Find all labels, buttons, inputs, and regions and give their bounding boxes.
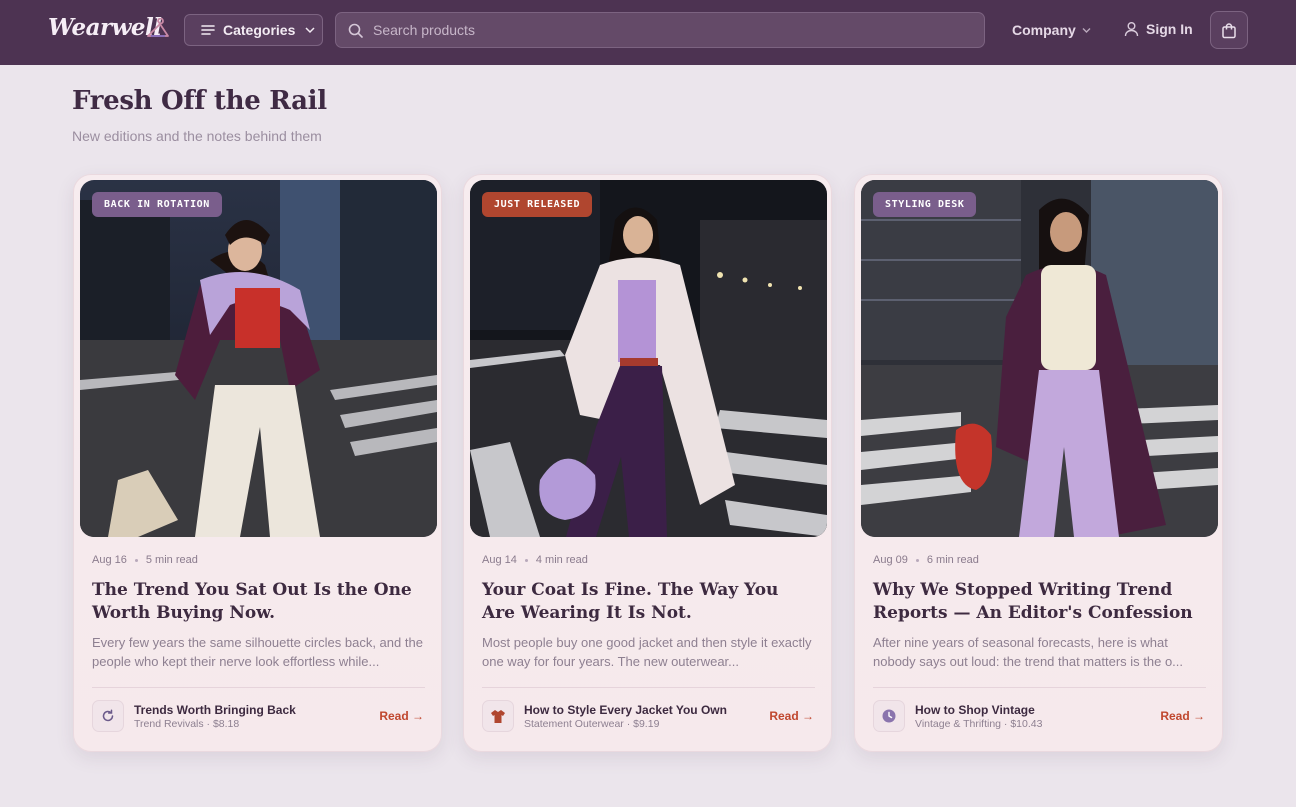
article-meta: Aug 16 5 min read bbox=[92, 554, 198, 566]
read-link[interactable]: Read → bbox=[769, 709, 814, 723]
article-date: Aug 16 bbox=[92, 554, 127, 566]
article-title[interactable]: Why We Stopped Writing Trend Reports — A… bbox=[873, 579, 1208, 625]
card-divider bbox=[482, 687, 815, 688]
hanger-icon bbox=[147, 18, 169, 37]
brand-logo[interactable]: Wearwell bbox=[48, 14, 162, 41]
read-link[interactable]: Read → bbox=[379, 709, 424, 723]
article-excerpt: After nine years of seasonal forecasts, … bbox=[873, 635, 1184, 669]
category-badge: JUST RELEASED bbox=[482, 192, 593, 217]
article-photo[interactable]: STYLING DESK bbox=[861, 180, 1218, 537]
article-card[interactable]: STYLING DESK Aug 09 6 min read Why We St… bbox=[854, 174, 1223, 752]
photo-street-woman-trench-coat bbox=[470, 180, 827, 537]
user-icon bbox=[1124, 22, 1139, 37]
photo-street-woman-tied-sweater bbox=[80, 180, 437, 537]
article-title[interactable]: Your Coat Is Fine. The Way You Are Weari… bbox=[482, 579, 817, 625]
article-excerpt: Every few years the same silhouette circ… bbox=[92, 635, 423, 669]
company-label: Company bbox=[1012, 22, 1076, 38]
separator-dot bbox=[524, 558, 528, 562]
section-title: Fresh Off the Rail bbox=[72, 86, 327, 116]
search-icon bbox=[348, 23, 363, 38]
product-meta: Vintage & Thrifting · $10.43 bbox=[915, 718, 1043, 730]
shopping-bag-icon bbox=[1222, 22, 1236, 38]
article-date: Aug 09 bbox=[873, 554, 908, 566]
article-date: Aug 14 bbox=[482, 554, 517, 566]
read-time: 5 min read bbox=[145, 554, 198, 566]
categories-button[interactable]: Categories bbox=[184, 14, 323, 46]
category-badge: STYLING DESK bbox=[873, 192, 977, 217]
article-title[interactable]: The Trend You Sat Out Is the One Worth B… bbox=[92, 579, 427, 625]
sign-in-link[interactable]: Sign In bbox=[1124, 21, 1193, 37]
cart-button[interactable] bbox=[1210, 11, 1248, 49]
separator-dot bbox=[134, 558, 138, 562]
article-meta: Aug 09 6 min read bbox=[873, 554, 979, 566]
read-time: 4 min read bbox=[535, 554, 588, 566]
product-name[interactable]: How to Shop Vintage bbox=[915, 703, 1035, 717]
section-subtitle: New editions and the notes behind them bbox=[72, 128, 322, 144]
article-excerpt: Most people buy one good jacket and then… bbox=[482, 635, 812, 669]
company-menu[interactable]: Company bbox=[1012, 22, 1091, 38]
product-meta: Statement Outerwear · $9.19 bbox=[524, 718, 660, 730]
sign-in-label: Sign In bbox=[1146, 21, 1193, 37]
menu-icon bbox=[201, 25, 215, 35]
search-input[interactable] bbox=[373, 22, 963, 38]
article-photo[interactable]: JUST RELEASED bbox=[470, 180, 827, 537]
product-meta: Trend Revivals · $8.18 bbox=[134, 718, 240, 730]
search-bar[interactable] bbox=[335, 12, 985, 48]
jacket-icon bbox=[491, 710, 505, 723]
chevron-down-icon bbox=[1082, 27, 1091, 33]
article-photo[interactable]: BACK IN ROTATION bbox=[80, 180, 437, 537]
read-link[interactable]: Read → bbox=[1160, 709, 1205, 723]
categories-label: Categories bbox=[223, 22, 296, 38]
article-card[interactable]: BACK IN ROTATION Aug 16 5 min read The T… bbox=[73, 174, 442, 752]
card-divider bbox=[92, 687, 425, 688]
clock-icon bbox=[882, 709, 896, 723]
refresh-icon bbox=[102, 709, 114, 722]
read-time: 6 min read bbox=[926, 554, 979, 566]
product-name[interactable]: Trends Worth Bringing Back bbox=[134, 703, 296, 717]
top-navigation-bar: Wearwell Categories Company Sign In bbox=[0, 0, 1296, 65]
product-name[interactable]: How to Style Every Jacket You Own bbox=[524, 703, 727, 717]
product-thumbnail[interactable] bbox=[482, 700, 514, 732]
product-thumbnail[interactable] bbox=[873, 700, 905, 732]
card-divider bbox=[873, 687, 1206, 688]
article-meta: Aug 14 4 min read bbox=[482, 554, 588, 566]
category-badge: BACK IN ROTATION bbox=[92, 192, 222, 217]
photo-street-woman-long-coat bbox=[861, 180, 1218, 537]
article-card[interactable]: JUST RELEASED Aug 14 4 min read Your Coa… bbox=[463, 174, 832, 752]
separator-dot bbox=[915, 558, 919, 562]
chevron-down-icon bbox=[305, 27, 315, 34]
product-thumbnail[interactable] bbox=[92, 700, 124, 732]
